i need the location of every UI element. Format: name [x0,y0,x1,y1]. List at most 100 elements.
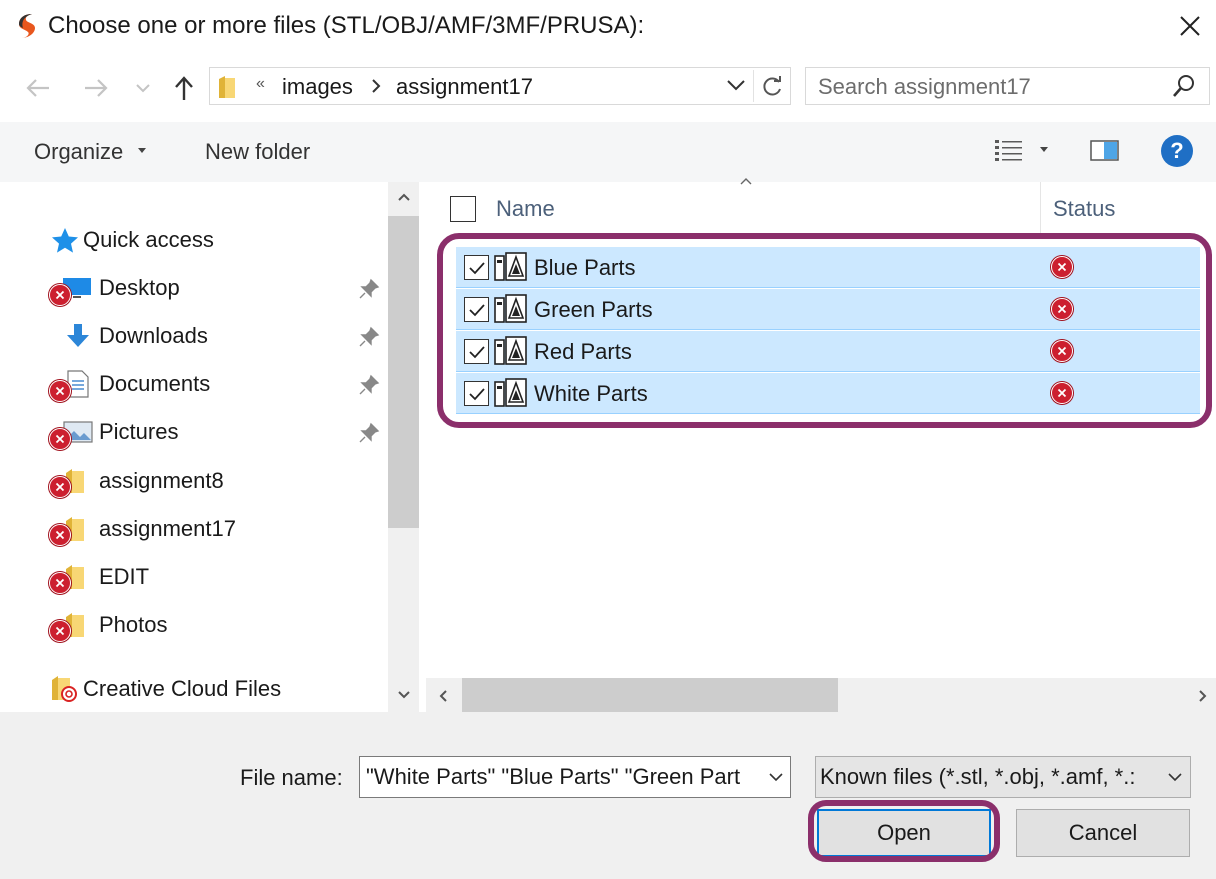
app-logo-icon [19,14,35,38]
pin-icon[interactable] [358,278,380,300]
pin-icon[interactable] [358,422,380,444]
sidebar-item-label: Desktop [99,275,180,300]
status-error-icon [1051,382,1073,404]
cancel-button[interactable]: Cancel [1016,809,1190,857]
file-list-scrollbar[interactable] [426,678,1216,712]
sidebar-item-label: EDIT [99,564,150,589]
error-icon [49,284,71,306]
scroll-right-icon[interactable] [1198,689,1208,703]
pin-icon[interactable] [358,374,380,396]
file-name: Red Parts [534,339,632,364]
file-type-select[interactable]: Known files (*.stl, *.obj, *.amf, *.: [815,756,1191,798]
recent-locations-button[interactable] [132,72,154,104]
scrollbar-thumb[interactable] [462,678,838,712]
creative-cloud-folder-icon [52,676,77,702]
address-bar[interactable]: « images assignment17 [209,67,791,105]
title-bar: Choose one or more files (STL/OBJ/AMF/3M… [0,0,1216,52]
sidebar-item-documents[interactable]: Documents [50,366,210,402]
chevron-down-icon [136,84,150,93]
table-row[interactable]: Red Parts [456,331,1200,372]
row-checkbox[interactable] [464,297,489,322]
dialog-footer: File name: "White Parts" "Blue Parts" "G… [0,712,1216,879]
column-name[interactable]: Name [496,196,555,222]
sidebar-item-label: assignment17 [99,516,236,541]
sidebar-item-downloads[interactable]: Downloads [50,318,208,354]
file-project-icon [494,378,527,407]
help-icon[interactable]: ? [1161,135,1193,167]
scroll-up-icon[interactable] [397,192,411,202]
sidebar-item-creative-cloud[interactable]: Creative Cloud Files [50,671,281,707]
status-error-icon [1051,298,1073,320]
pin-icon[interactable] [358,326,380,348]
scroll-left-icon[interactable] [438,689,448,703]
chevron-down-icon[interactable] [768,771,784,783]
error-icon [49,572,71,594]
chevron-down-icon [138,148,146,153]
file-name-input[interactable]: "White Parts" "Blue Parts" "Green Part [359,756,791,798]
close-icon [1180,16,1200,36]
up-button[interactable] [170,72,198,104]
table-row[interactable]: White Parts [456,373,1200,414]
file-project-icon [494,252,527,281]
back-button[interactable] [22,72,54,104]
overflow-chevron[interactable]: « [256,75,265,93]
sidebar-item-label: Creative Cloud Files [83,676,282,701]
scrollbar-thumb[interactable] [388,216,419,528]
open-button[interactable]: Open [817,809,991,857]
select-all-checkbox[interactable] [450,196,476,222]
view-details-icon[interactable] [994,138,1024,164]
chevron-right-icon[interactable] [370,76,382,96]
error-icon [49,524,71,546]
navigation-pane: Quick access Desktop Downloads Documents… [0,182,388,712]
sidebar-item-assignment17[interactable]: assignment17 [50,511,236,547]
forward-arrow-icon [85,79,108,97]
error-icon [49,476,71,498]
column-status[interactable]: Status [1053,196,1115,222]
error-icon [49,380,71,402]
window-title: Choose one or more files (STL/OBJ/AMF/3M… [48,12,645,39]
close-button[interactable] [1168,6,1212,46]
sidebar-item-label: Documents [99,371,211,396]
sidebar-item-label: assignment8 [99,468,224,493]
search-icon[interactable] [1172,74,1196,98]
row-checkbox[interactable] [464,381,489,406]
table-row[interactable]: Blue Parts [456,247,1200,288]
command-bar: Organize New folder [0,122,1216,182]
table-row[interactable]: Green Parts [456,289,1200,330]
status-error-icon [1051,256,1073,278]
file-project-icon [494,336,527,365]
quick-access[interactable]: Quick access [50,222,214,258]
preview-pane-icon[interactable] [1090,139,1120,163]
forward-button[interactable] [80,72,112,104]
sidebar-item-label: Photos [99,612,168,637]
download-arrow-icon [67,324,89,347]
checkmark-icon [468,345,485,358]
breadcrumb-assignment17[interactable]: assignment17 [396,74,533,100]
status-error-icon [1051,340,1073,362]
search-input[interactable]: Search assignment17 [805,67,1210,105]
file-name: Green Parts [534,297,653,322]
organize-button[interactable]: Organize [34,137,123,167]
file-project-icon [494,294,527,323]
search-placeholder: Search assignment17 [818,74,1031,99]
sidebar-item-label: Pictures [99,419,179,444]
file-list: Name Status Blue Parts Green Parts Red P… [426,178,1216,678]
scroll-down-icon[interactable] [397,690,411,700]
row-checkbox[interactable] [464,339,489,364]
file-name-label: File name: [240,765,343,790]
new-folder-button[interactable]: New folder [205,137,310,167]
row-checkbox[interactable] [464,255,489,280]
sort-ascending-icon [740,178,752,185]
back-arrow-icon [26,79,49,97]
column-header: Name Status [426,178,1216,236]
chevron-down-icon[interactable] [726,78,746,92]
error-icon [49,428,71,450]
refresh-icon[interactable] [760,75,784,99]
chevron-down-icon[interactable] [1040,147,1048,152]
quick-access-label: Quick access [83,227,214,252]
breadcrumb-images[interactable]: images [282,74,353,100]
nav-scrollbar[interactable] [388,182,419,712]
file-name-value[interactable]: "White Parts" "Blue Parts" "Green Part [366,763,756,791]
sidebar-item-assignment8[interactable]: assignment8 [50,463,224,499]
column-divider[interactable] [1040,182,1041,236]
